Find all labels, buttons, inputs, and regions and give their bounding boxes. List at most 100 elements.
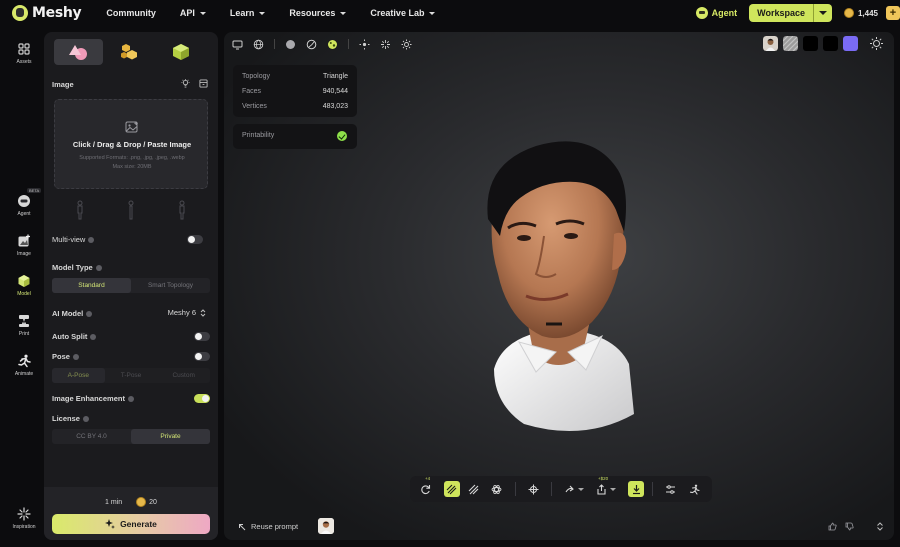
info-icon[interactable]: [86, 311, 93, 318]
source-image-thumbnail[interactable]: [318, 518, 334, 534]
reuse-prompt-button[interactable]: Reuse prompt: [238, 522, 298, 531]
cube-icon: [18, 275, 30, 287]
expand-chevrons-icon[interactable]: [876, 522, 884, 531]
adjust-button[interactable]: [665, 483, 677, 496]
clay-sphere-icon[interactable]: [306, 39, 317, 50]
rail-image[interactable]: Image: [7, 234, 41, 257]
ai-model-select[interactable]: Meshy 6: [168, 308, 206, 317]
textured-sphere-icon[interactable]: [327, 39, 338, 50]
info-icon[interactable]: [88, 237, 95, 244]
license-private[interactable]: Private: [131, 429, 210, 444]
stat-row: Faces 940,544: [242, 88, 348, 95]
info-icon[interactable]: [90, 334, 97, 341]
remesh-button[interactable]: +4: [420, 476, 432, 496]
back-view-silhouette-icon[interactable]: [177, 200, 187, 220]
solid-sphere-icon[interactable]: [285, 39, 296, 50]
running-figure-icon: [689, 484, 700, 495]
nav-community[interactable]: Community: [106, 8, 156, 18]
agent-bot-icon: [18, 195, 30, 207]
rail-print-label: Print: [18, 331, 30, 337]
rail-model[interactable]: Model: [7, 274, 41, 297]
upload-formats: Supported Formats: .png, .jpg, .jpeg, .w…: [55, 154, 209, 172]
rail-print[interactable]: Print: [7, 314, 41, 337]
pose-label: Pose: [52, 352, 70, 361]
lightbulb-icon[interactable]: [181, 79, 190, 88]
printability-card[interactable]: Printability: [233, 124, 357, 149]
nav-api[interactable]: API: [180, 8, 206, 18]
share-box-icon: [597, 483, 606, 495]
workspace-button[interactable]: Workspace: [749, 4, 832, 22]
stat-label: Topology: [242, 73, 271, 80]
nav-creative-lab[interactable]: Creative Lab: [370, 8, 436, 18]
side-view-silhouette-icon[interactable]: [126, 200, 136, 220]
archive-box-icon[interactable]: [199, 79, 208, 88]
pose-a-pose[interactable]: A-Pose: [52, 368, 105, 383]
check-circle-icon: [337, 131, 347, 141]
thumbs-up-icon[interactable]: [828, 522, 837, 531]
workspace-label: Workspace: [749, 4, 814, 22]
front-view-silhouette-icon[interactable]: [75, 200, 85, 220]
add-credits-button[interactable]: +: [886, 6, 900, 20]
info-icon[interactable]: [95, 265, 102, 272]
multiview-toggle[interactable]: [187, 235, 203, 244]
logo[interactable]: Meshy: [12, 5, 82, 21]
rail-agent[interactable]: BETA Agent: [7, 188, 42, 217]
nav-learn[interactable]: Learn: [230, 8, 266, 18]
animate-dropdown[interactable]: [564, 483, 585, 496]
env-thumbnail-texture[interactable]: [783, 36, 798, 51]
pose-t-pose[interactable]: T-Pose: [105, 368, 158, 383]
rail-inspiration[interactable]: Inspiration: [7, 507, 41, 530]
pose-custom[interactable]: Custom: [157, 368, 210, 383]
monitor-icon[interactable]: [232, 39, 243, 50]
download-button[interactable]: [628, 481, 645, 497]
info-icon[interactable]: [72, 354, 79, 361]
transform-button[interactable]: [528, 483, 540, 496]
light-rotate-icon[interactable]: [359, 39, 370, 50]
running-figure-icon: [18, 354, 31, 368]
credits-display[interactable]: 1,445 +: [843, 6, 900, 20]
3d-viewport[interactable]: Topology Triangle Faces 940,544 Vertices 48…: [224, 32, 894, 540]
rail-animate[interactable]: Animate: [7, 354, 41, 377]
agent-link[interactable]: Agent: [695, 7, 737, 19]
environment-settings-icon[interactable]: [869, 36, 884, 51]
tab-multi-object[interactable]: [105, 39, 154, 65]
rail-assets[interactable]: Assets: [7, 42, 41, 65]
globe-wireframe-icon[interactable]: [253, 39, 264, 50]
pose-segment: A-Pose T-Pose Custom: [52, 368, 210, 383]
cubes-gold-icon: [120, 44, 137, 60]
auto-split-toggle[interactable]: [194, 332, 210, 341]
tab-image-to-3d[interactable]: [54, 39, 104, 65]
workspace-dropdown[interactable]: [814, 4, 832, 22]
model-type-smart-topology[interactable]: Smart Topology: [131, 278, 210, 293]
thumbs-down-icon[interactable]: [845, 522, 854, 531]
texture-brush-button[interactable]: [443, 481, 460, 497]
rail-agent-label: Agent: [17, 211, 31, 217]
atom-icon: [491, 484, 502, 494]
nav-resources[interactable]: Resources: [289, 8, 347, 18]
env-swatch-black-1[interactable]: [803, 36, 818, 51]
info-icon[interactable]: [127, 396, 134, 403]
model-type-standard[interactable]: Standard: [52, 278, 131, 293]
license-cc-by[interactable]: CC BY 4.0: [52, 429, 131, 444]
env-swatch-purple[interactable]: [843, 36, 858, 51]
generate-button[interactable]: Generate: [52, 514, 210, 534]
env-swatch-black-2[interactable]: [823, 36, 838, 51]
info-icon[interactable]: [82, 416, 89, 423]
image-enhancement-toggle[interactable]: [194, 394, 210, 403]
nav-resources-label: Resources: [289, 8, 336, 18]
rig-button[interactable]: [491, 483, 503, 496]
pose-toggle[interactable]: [194, 352, 210, 361]
retexture-button[interactable]: [468, 483, 480, 496]
export-dropdown[interactable]: +$20: [596, 476, 617, 496]
ai-model-value: Meshy 6: [167, 308, 196, 317]
chevron-down-icon: [610, 487, 617, 491]
env-thumbnail-portrait[interactable]: [763, 36, 778, 51]
light-direction-icon[interactable]: [380, 39, 391, 50]
animate-button[interactable]: [688, 483, 700, 496]
tab-batch[interactable]: [157, 39, 206, 65]
sun-icon[interactable]: [401, 39, 412, 50]
model-type-label: Model Type: [52, 263, 93, 272]
model-type-segment: Standard Smart Topology: [52, 278, 210, 293]
auto-split-label: Auto Split: [52, 332, 88, 341]
image-upload-dropzone[interactable]: Click / Drag & Drop / Paste Image Suppor…: [54, 99, 208, 189]
